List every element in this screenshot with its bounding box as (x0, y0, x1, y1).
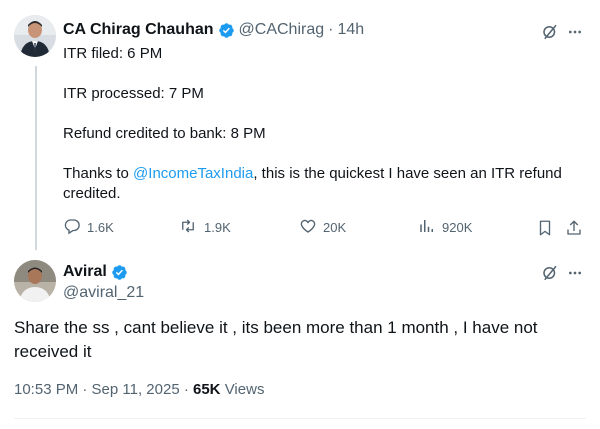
reply-tweet-header: Aviral (63, 263, 132, 281)
tweet-line-2: ITR processed: 7 PM (63, 85, 204, 102)
meta-separator: · (328, 21, 334, 38)
repost-button[interactable]: 1.9K (178, 217, 231, 238)
tweet-line-1: ITR filed: 6 PM (63, 45, 163, 62)
views-icon (418, 217, 436, 238)
reply-icon (63, 217, 81, 238)
divider (14, 418, 586, 419)
parent-author-avatar[interactable] (14, 15, 56, 57)
views-count: 920K (442, 220, 473, 235)
repost-icon (178, 217, 198, 238)
like-icon (299, 217, 317, 238)
reply-tweet-meta: 10:53 PM · Sep 11, 2025 · 65K Views (14, 381, 264, 398)
verified-badge-icon (111, 264, 128, 281)
reply-handle-row: @aviral_21 (63, 284, 144, 302)
tweet-line-3: Refund credited to bank: 8 PM (63, 125, 266, 142)
reply-author-handle[interactable]: @aviral_21 (63, 284, 144, 302)
more-icon[interactable] (566, 22, 584, 42)
parent-author-handle[interactable]: @CAChirag (239, 21, 325, 39)
reply-timestamp[interactable]: 10:53 PM · Sep 11, 2025 · (14, 381, 193, 398)
reply-count: 1.6K (87, 220, 114, 235)
thanks-prefix: Thanks to (63, 165, 134, 182)
reply-button[interactable]: 1.6K (63, 217, 114, 238)
parent-tweet-header: CA Chirag Chauhan @CAChirag · 14h (63, 21, 364, 39)
reply-tweet-text: Share the ss , cant believe it , its bee… (14, 318, 538, 361)
thread-connector-line (35, 66, 37, 250)
mention-link[interactable]: @IncomeTaxIndia (133, 165, 253, 182)
parent-tweet-text: ITR filed: 6 PM ITR processed: 7 PM Refu… (63, 44, 583, 204)
tweet-line-4: Thanks to @IncomeTaxIndia, this is the q… (63, 164, 583, 204)
share-icon[interactable] (565, 218, 583, 238)
reply-author-name[interactable]: Aviral (63, 263, 107, 281)
grok-icon[interactable] (540, 263, 560, 283)
parent-tweet-time[interactable]: 14h (337, 21, 364, 39)
reply-author-avatar[interactable] (14, 260, 56, 302)
like-count: 20K (323, 220, 347, 235)
like-button[interactable]: 20K (299, 217, 346, 238)
views-button[interactable]: 920K (418, 217, 472, 238)
repost-count: 1.9K (204, 220, 231, 235)
reply-views-label: Views (220, 381, 265, 398)
grok-icon[interactable] (540, 22, 560, 42)
more-icon[interactable] (566, 263, 584, 283)
bookmark-icon[interactable] (536, 218, 554, 238)
parent-author-name[interactable]: CA Chirag Chauhan (63, 21, 214, 39)
reply-views-count: 65K (193, 381, 221, 398)
verified-badge-icon (218, 22, 235, 39)
